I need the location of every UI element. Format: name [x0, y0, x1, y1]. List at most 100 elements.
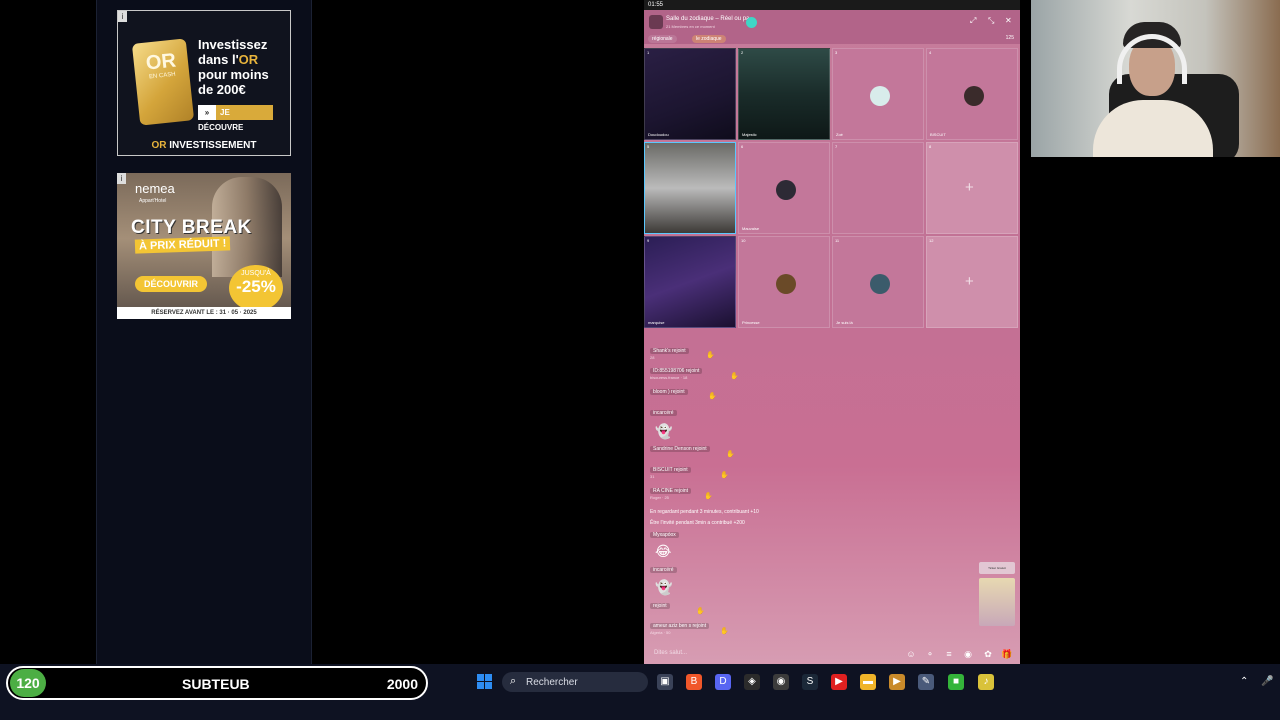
chat-text: BISCUIT rejoint	[650, 467, 691, 473]
game-icon[interactable]: ◉	[962, 648, 974, 660]
guest-avatar	[870, 274, 890, 294]
youtube-icon[interactable]: ▶	[831, 674, 847, 690]
notepad-icon[interactable]: ✎	[918, 674, 934, 690]
guest-tile[interactable]: 9 marquise	[644, 236, 736, 328]
guest-tile[interactable]: 1 Doudoudou	[644, 48, 736, 140]
guest-tile[interactable]: 11 Je suis là	[832, 236, 924, 328]
ad-headline: Investissez dans l'OR pour moins de 200€	[198, 37, 290, 97]
chat-text: incarcéré	[650, 410, 677, 416]
taskbar-search[interactable]: ⌕ Rechercher	[502, 672, 648, 692]
tile-index: 9	[647, 238, 650, 243]
guest-tile[interactable]: 5	[644, 142, 736, 234]
room-name[interactable]: Salle du zodiaque – Réel ou pa	[666, 16, 749, 22]
mic-off-icon[interactable]: ⚬	[924, 648, 936, 660]
chat-message[interactable]: RA CINE rejoint Roger · 25	[650, 488, 692, 500]
steam-icon[interactable]: S	[802, 674, 818, 690]
wave-icon[interactable]: ✋	[720, 627, 729, 635]
follow-room-button[interactable]	[746, 17, 757, 28]
chat-text: incarcéré	[650, 567, 677, 573]
chat-message[interactable]: Myxapóox	[650, 532, 679, 538]
expand-icon[interactable]: ⤡	[988, 16, 994, 26]
chat-text: ID:855198706 rejoint	[650, 368, 703, 374]
tile-index: 3	[835, 50, 838, 55]
guest-tile[interactable]: 6 Mauvaise	[738, 142, 830, 234]
wave-icon[interactable]: ✋	[726, 450, 735, 458]
wave-icon[interactable]: ✋	[708, 392, 717, 400]
tile-index: 7	[835, 144, 838, 149]
windows-start-button[interactable]	[477, 674, 493, 690]
green-app-icon[interactable]: ■	[948, 674, 964, 690]
ad-info-icon[interactable]: i	[118, 11, 127, 22]
tray-chevron-icon[interactable]: ⌃	[1240, 676, 1248, 687]
rose-icon[interactable]: ✿	[982, 648, 994, 660]
chat-input-bar: Dites salut... ☺ ⚬ ≡ ◉ ✿ 🎁	[644, 644, 1020, 666]
nemea-logo: nemea	[135, 181, 175, 196]
chat-text: Myxapóox	[650, 532, 679, 538]
chat-message[interactable]: incarcéré	[650, 567, 677, 573]
chat-sub: 28	[650, 355, 655, 360]
wave-icon[interactable]: ✋	[696, 607, 705, 615]
chat-input[interactable]: Dites salut...	[654, 650, 687, 656]
tile-index: 11	[835, 238, 840, 243]
menu-icon[interactable]: ≡	[943, 648, 955, 660]
chat-message[interactable]: bloom ) rejoint	[650, 389, 688, 396]
empty-seat-tile[interactable]: 8 +	[926, 142, 1018, 234]
chat-message[interactable]: ID:855198706 rejoint bisouress.france · 1…	[650, 368, 703, 380]
tile-index: 10	[741, 238, 746, 243]
guest-avatar	[776, 274, 796, 294]
file-explorer-icon[interactable]: ▬	[860, 674, 876, 690]
viewer-count[interactable]: 125	[1006, 35, 1014, 41]
tile-name: Je suis là	[836, 320, 853, 325]
gift-icon[interactable]: 🎁	[1001, 648, 1013, 660]
wave-icon[interactable]: ✋	[704, 492, 713, 500]
app-icon[interactable]: ◈	[744, 674, 760, 690]
chat-message[interactable]: incarcéré	[650, 410, 677, 416]
guest-tile[interactable]: 4 BISCUIT	[926, 48, 1018, 140]
promo-label: JUSQU'À	[241, 270, 271, 277]
plus-icon: +	[965, 273, 974, 290]
guest-tile[interactable]: 3 Zoé	[832, 48, 924, 140]
event-card-image[interactable]	[979, 578, 1015, 626]
taskview-icon[interactable]: ▣	[657, 674, 673, 690]
chat-message[interactable]: Shank's rejoint 28	[650, 348, 689, 360]
tile-name: Zoé	[836, 132, 843, 137]
close-icon[interactable]: ✕	[1005, 16, 1012, 25]
chat-sub: bisouress.france · 18	[650, 375, 688, 380]
empty-seat-tile[interactable]: 12 +	[926, 236, 1018, 328]
room-avatar[interactable]	[649, 15, 663, 29]
obs-icon[interactable]: ◉	[773, 674, 789, 690]
ad-footer-text: INVESTISSEMENT	[166, 140, 257, 151]
tiktok-live-icon[interactable]: ♪	[978, 674, 994, 690]
tag-regionale[interactable]: régionale	[648, 35, 677, 43]
guest-tile[interactable]: 10 Princesse	[738, 236, 830, 328]
media-player-icon[interactable]: ▶	[889, 674, 905, 690]
chat-text: Sandrine Denson rejoint	[650, 446, 710, 452]
chat-message[interactable]: BISCUIT rejoint 31	[650, 467, 691, 479]
phone-status-bar: 01:55	[644, 0, 1020, 10]
emoji-icon[interactable]: ☺	[905, 648, 917, 660]
tag-zodiaque[interactable]: le zodiaque	[692, 35, 726, 43]
ad-or-investissement[interactable]: i OR EN CASH Investissez dans l'OR pour …	[117, 10, 291, 156]
chat-message[interactable]: Sandrine Denson rejoint	[650, 446, 710, 452]
microphone-icon[interactable]: 🎤	[1261, 676, 1273, 687]
tile-index: 5	[647, 144, 650, 149]
ad-cta-button[interactable]: » JE DÉCOUVRE	[198, 105, 273, 132]
wave-icon[interactable]: ✋	[720, 471, 729, 479]
guest-tile[interactable]: 7	[832, 142, 924, 234]
ad-nemea-city-break[interactable]: i nemea Appart'Hotel CITY BREAK À PRIX R…	[117, 173, 291, 319]
free-ticket-badge[interactable]: Ticket Gratuit	[979, 562, 1015, 574]
gift-side-card[interactable]: Ticket Gratuit	[979, 562, 1015, 628]
chat-sub: Roger · 25	[650, 495, 669, 500]
brave-browser-icon[interactable]: B	[686, 674, 702, 690]
wave-icon[interactable]: ✋	[730, 372, 739, 380]
wave-icon[interactable]: ✋	[706, 351, 715, 359]
ad-decouvrir-button[interactable]: DÉCOUVRIR	[135, 276, 207, 292]
share-icon[interactable]: ⤢	[970, 16, 976, 26]
chat-message[interactable]: rejoint	[650, 603, 670, 609]
chat-message[interactable]: ameur aziz ben s rejoint Algeria · 50	[650, 623, 710, 635]
tile-index: 1	[647, 50, 650, 55]
ad-info-icon[interactable]: i	[117, 173, 126, 184]
ad-headline-highlight: OR	[238, 52, 259, 67]
discord-icon[interactable]: D	[715, 674, 731, 690]
guest-tile[interactable]: 2 Majestic	[738, 48, 830, 140]
